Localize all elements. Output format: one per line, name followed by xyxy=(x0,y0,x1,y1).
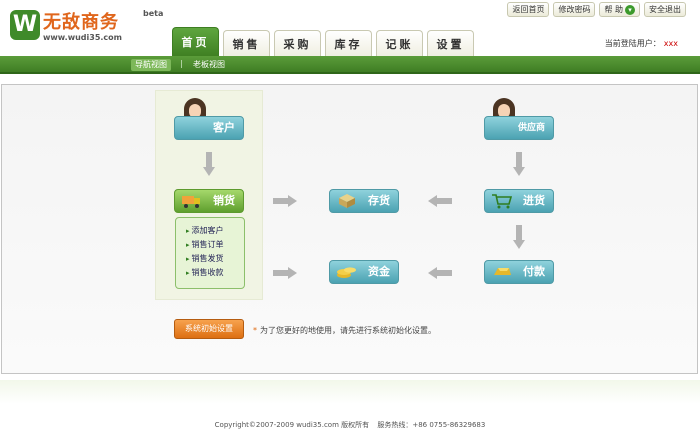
tab-accounting[interactable]: 记账 xyxy=(376,30,423,57)
coins-icon xyxy=(337,267,356,278)
brand-url: www.wudi35.com xyxy=(43,33,122,42)
help-link[interactable]: 帮 助 ▾ xyxy=(599,2,640,17)
shopping-cart-icon xyxy=(492,194,513,209)
footer: Copyright©2007-2009 wudi35.com 版权所有 服务热线… xyxy=(0,420,700,430)
init-note-text: 为了您更好的地使用，请先进行系统初始化设置。 xyxy=(260,326,436,335)
truck-icon xyxy=(182,196,200,208)
home-link[interactable]: 返回首页 xyxy=(507,2,550,17)
logout-label: 安全退出 xyxy=(649,5,681,14)
footer-copyright: Copyright©2007-2009 wudi35.com 版权所有 xyxy=(214,421,370,429)
footer-hotline: 服务热线：+86 0755-86329683 xyxy=(377,421,486,429)
subnav-boss-view[interactable]: 老板视图 xyxy=(193,59,225,70)
beta-label: beta xyxy=(143,9,164,18)
help-label: 帮 助 xyxy=(604,5,623,14)
subnav-separator: | xyxy=(180,59,183,68)
system-init-button[interactable]: 系统初始设置 xyxy=(174,319,244,339)
box-icon xyxy=(339,194,355,208)
submenu-add-customer[interactable]: 添加客户 xyxy=(186,224,244,238)
flow-panel: 客户 供应商 销货 存货 进货 资金 付款 ▸ 添加客户 ▸ 销售订单 ▸ 销售… xyxy=(1,84,698,374)
funds-node[interactable]: 资金 xyxy=(329,260,399,284)
tab-settings[interactable]: 设置 xyxy=(427,30,474,57)
logout-link[interactable]: 安全退出 xyxy=(644,2,686,17)
purchase-label: 进货 xyxy=(523,194,545,207)
payment-label: 付款 xyxy=(523,265,545,278)
arrow-down-icon xyxy=(513,152,525,176)
init-note: * 为了您更好的地使用，请先进行系统初始化设置。 xyxy=(253,325,436,336)
arrow-right-icon xyxy=(273,267,297,279)
top-links: 返回首页 修改密码 帮 助 ▾ 安全退出 xyxy=(507,2,686,17)
customer-label: 客户 xyxy=(213,121,235,134)
init-note-star: * xyxy=(253,326,257,335)
arrow-down-icon xyxy=(513,225,525,249)
main-tabs: 首页 销售 采购 库存 记账 设置 xyxy=(172,27,474,57)
home-link-label: 返回首页 xyxy=(512,5,545,14)
supplier-label: 供应商 xyxy=(518,123,546,133)
purchase-node[interactable]: 进货 xyxy=(484,189,554,213)
sales-label: 销货 xyxy=(213,194,235,207)
payment-node[interactable]: 付款 xyxy=(484,260,554,284)
footer-band xyxy=(0,380,700,404)
submenu-sales-delivery[interactable]: 销售发货 xyxy=(186,252,244,266)
tab-inventory[interactable]: 库存 xyxy=(325,30,372,57)
gold-bar-icon xyxy=(494,268,511,275)
submenu-sales-receipt[interactable]: 销售收款 xyxy=(186,266,244,280)
inventory-node[interactable]: 存货 xyxy=(329,189,399,213)
submenu-sales-order[interactable]: 销售订单 xyxy=(186,238,244,252)
tab-sales[interactable]: 销售 xyxy=(223,30,270,57)
logo-mark: W xyxy=(10,10,40,40)
subnav-guide-view[interactable]: 导航视图 xyxy=(131,59,171,71)
current-user: 当前登陆用户： xxx xyxy=(605,38,678,49)
inventory-label: 存货 xyxy=(368,194,390,207)
tab-purchase[interactable]: 采购 xyxy=(274,30,321,57)
app-header: W 无敌商务 www.wudi35.com beta 返回首页 修改密码 帮 助… xyxy=(0,0,700,57)
brand-name: 无敌商务 xyxy=(43,12,119,33)
current-user-label: 当前登陆用户： xyxy=(604,39,661,48)
sub-navigation: 导航视图 | 老板视图 xyxy=(0,56,700,74)
tab-home[interactable]: 首页 xyxy=(172,27,219,57)
sales-submenu: 添加客户 销售订单 销售发货 销售收款 xyxy=(175,217,245,289)
arrow-left-icon xyxy=(428,195,452,207)
help-icon: ▾ xyxy=(625,4,635,15)
funds-label: 资金 xyxy=(368,265,390,278)
change-password-label: 修改密码 xyxy=(558,5,591,14)
arrow-left-icon xyxy=(428,267,452,279)
arrow-down-icon xyxy=(203,152,215,176)
sales-node[interactable]: 销货 xyxy=(174,189,244,213)
arrow-right-icon xyxy=(273,195,297,207)
current-user-name: xxx xyxy=(663,39,678,48)
customer-node[interactable]: 客户 xyxy=(174,116,244,140)
supplier-node[interactable]: 供应商 xyxy=(484,116,554,140)
change-password-link[interactable]: 修改密码 xyxy=(553,2,596,17)
